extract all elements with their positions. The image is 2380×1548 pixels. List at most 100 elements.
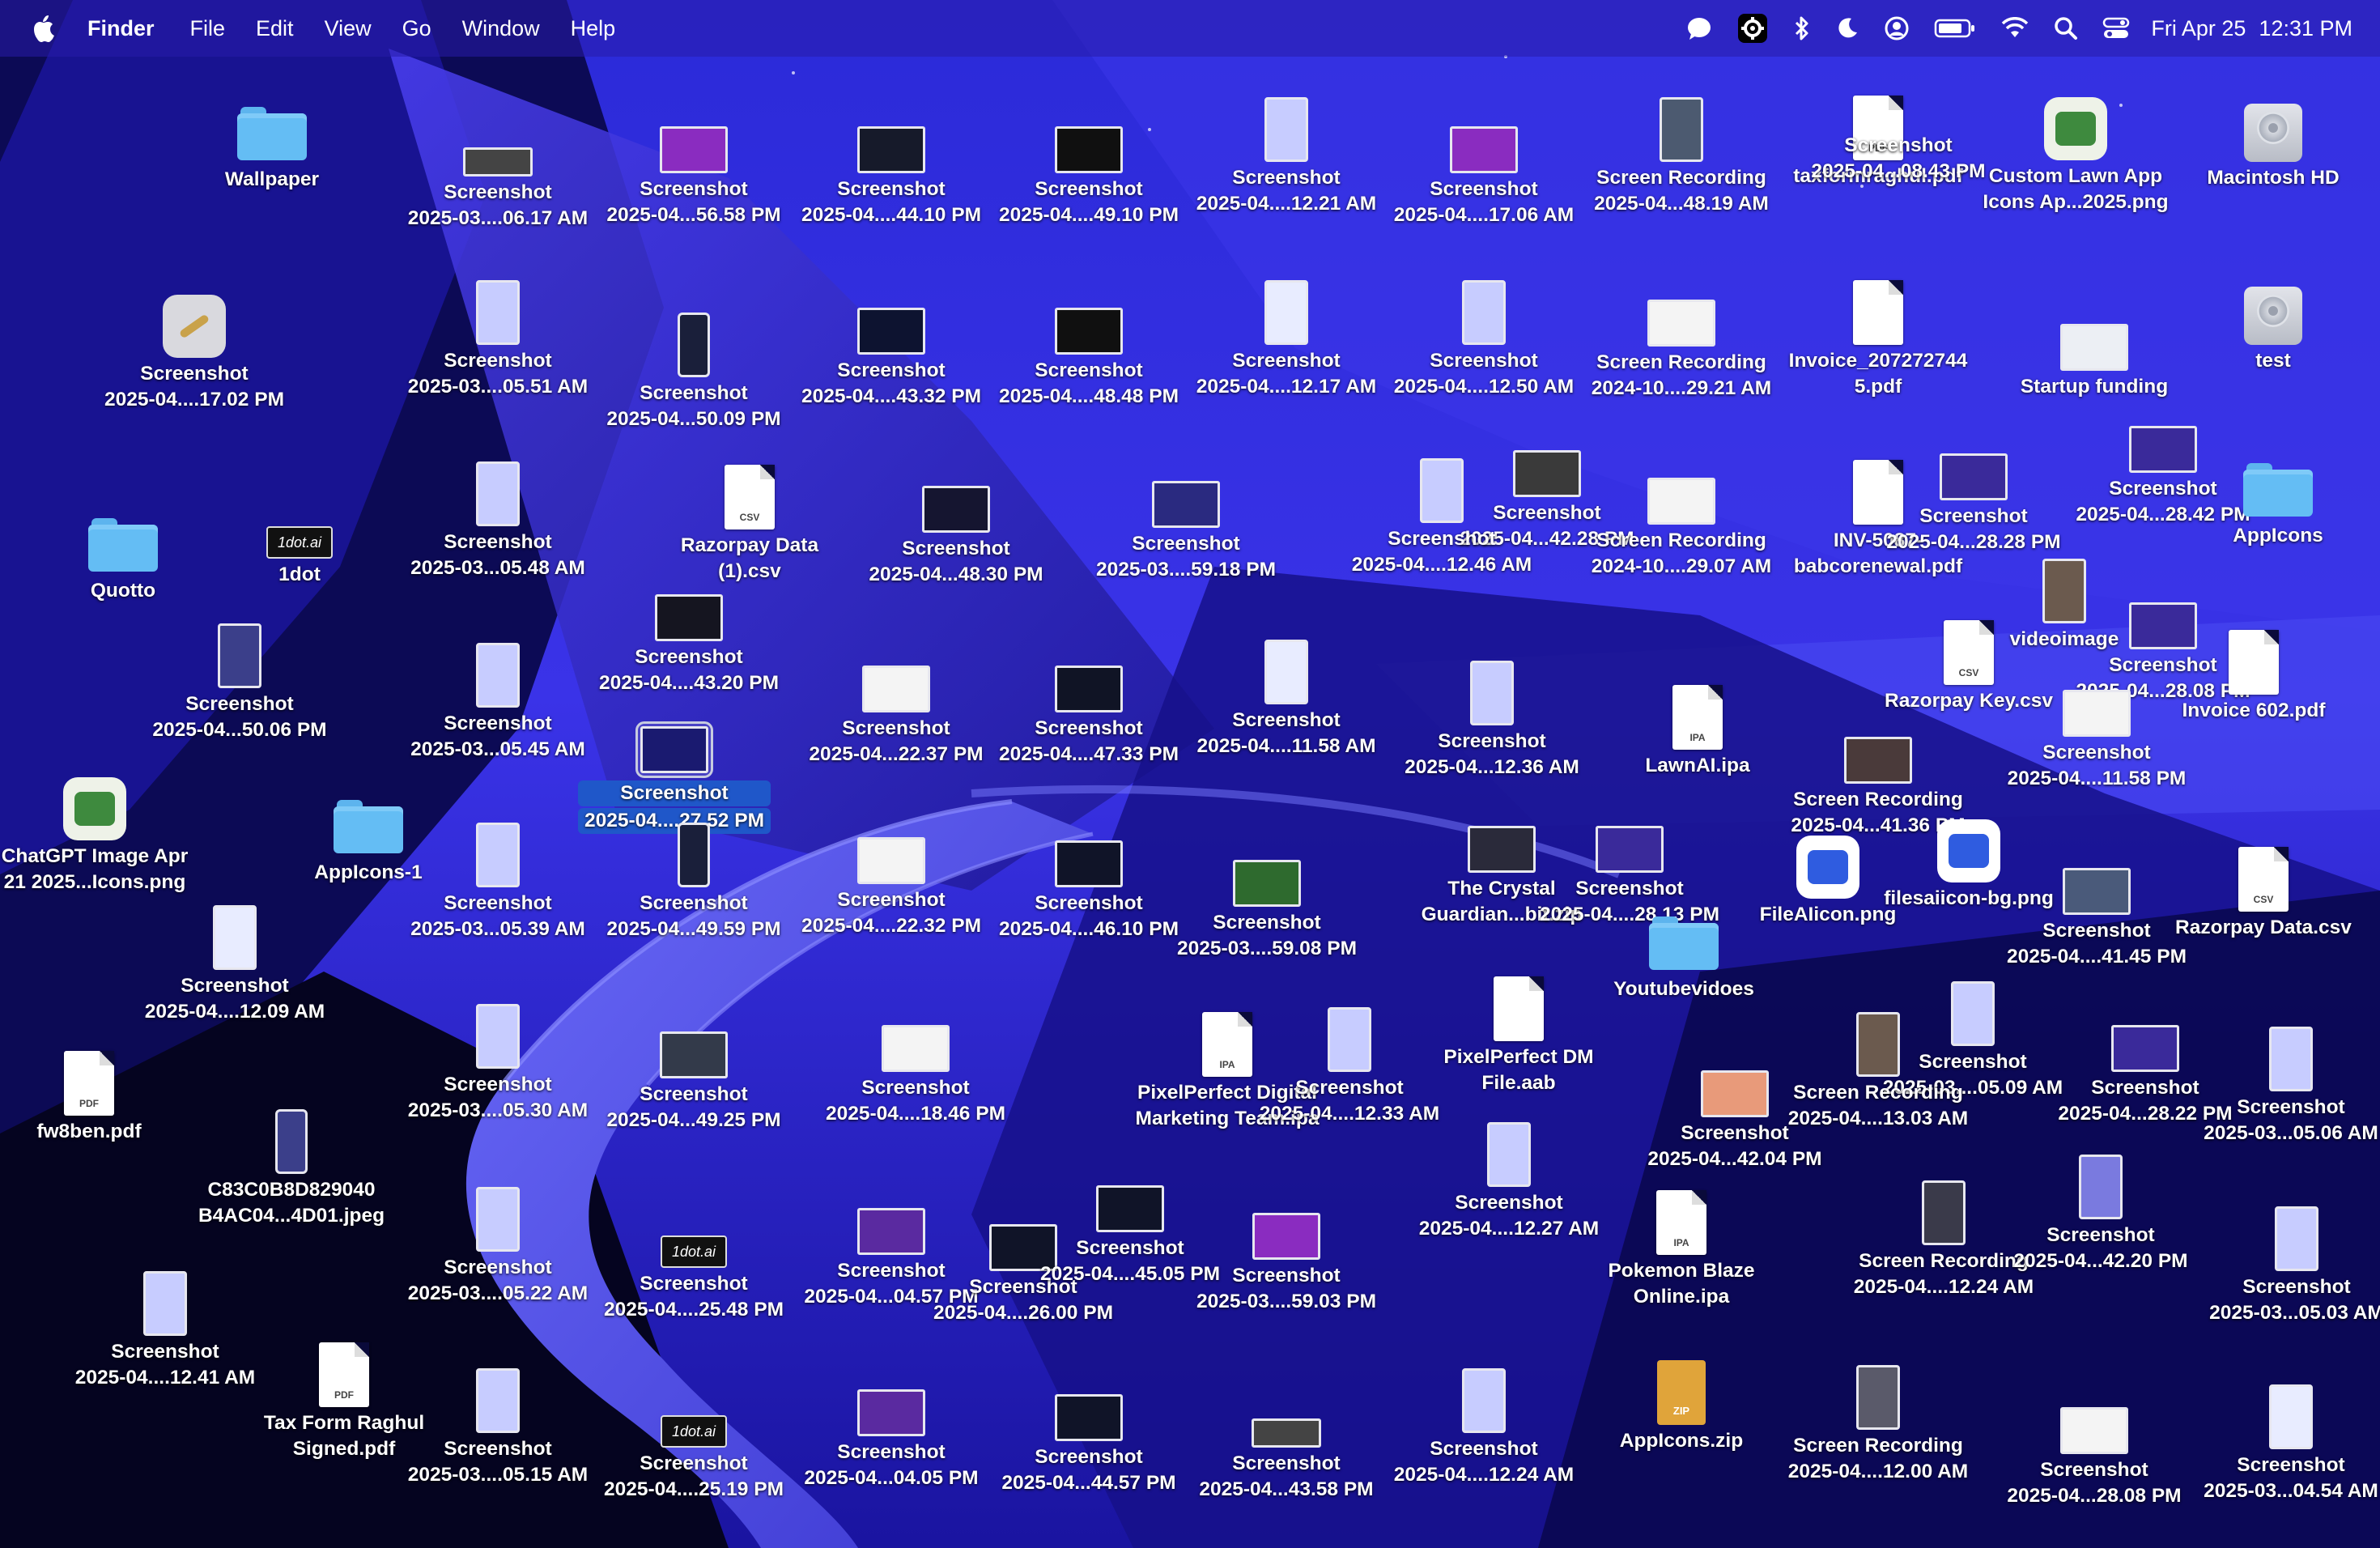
desktop-file-icon[interactable]: AppIcons	[2177, 447, 2379, 549]
desktop-file-icon[interactable]: Screenshot 2025-04...50.09 PM	[593, 304, 795, 432]
moon-icon[interactable]	[1835, 16, 1859, 40]
file-name-line: Screenshot	[444, 1438, 552, 1460]
desktop-file-icon[interactable]: Screen Recording 2024-10....29.07 AM	[1580, 452, 1783, 580]
desktop-file-icon[interactable]: Quotto	[22, 502, 224, 604]
desktop-file-icon[interactable]: Screen Recording 2025-04....13.03 AM	[1777, 1004, 1979, 1132]
file-name-line: Screenshot	[1035, 717, 1143, 739]
desktop-file-icon[interactable]: Screenshot 2025-04...50.06 PM	[138, 615, 341, 743]
desktop-file-icon[interactable]: Screenshot 2025-04....43.20 PM	[588, 568, 790, 696]
desktop-file-icon[interactable]: 1dot.ai Screenshot 2025-04....25.19 PM	[593, 1375, 795, 1503]
desktop-file-icon[interactable]: Screenshot 2025-04....22.32 PM	[790, 811, 992, 939]
desktop-file-icon[interactable]: ZIP AppIcons.zip	[1580, 1352, 1783, 1454]
desktop-file-icon[interactable]: Screen Recording 2025-04...48.19 AM	[1580, 89, 1783, 217]
desktop-file-icon[interactable]: Startup funding	[1993, 298, 2195, 400]
desktop-file-icon[interactable]: Screenshot 2025-04....12.50 AM	[1383, 272, 1585, 400]
chat-bubble-icon[interactable]	[1686, 16, 1712, 40]
desktop-file-icon[interactable]: Screenshot 2025-03....05.15 AM	[397, 1360, 599, 1488]
desktop-file-icon[interactable]: IPA Pokemon Blaze Online.ipa	[1580, 1182, 1783, 1310]
menu-edit[interactable]: Edit	[256, 0, 294, 57]
desktop-file-icon[interactable]: Screenshot 2025-03....59.03 PM	[1185, 1187, 1388, 1315]
menu-help[interactable]: Help	[571, 0, 616, 57]
desktop-file-icon[interactable]: Screenshot 2025-03...05.45 AM	[397, 635, 599, 763]
battery-icon[interactable]	[1934, 18, 1976, 39]
file-name-line: babcorenewal.pdf	[1793, 555, 1963, 577]
desktop-file-icon[interactable]: Screenshot 2025-04....47.33 PM	[988, 640, 1190, 768]
file-name-line: 2025-03...05.06 AM	[2204, 1122, 2378, 1144]
desktop-file-icon[interactable]: Screenshot 2025-03....06.17 AM	[397, 104, 599, 232]
desktop-file-icon[interactable]: Screenshot 2025-04...49.59 PM	[593, 814, 795, 942]
desktop-file-icon[interactable]: Screenshot 2025-04....18.46 PM	[814, 999, 1017, 1127]
desktop-file-icon[interactable]: Screenshot 2025-04....48.48 PM	[988, 282, 1190, 410]
menu-file[interactable]: File	[190, 0, 226, 57]
desktop-file-icon[interactable]: Screenshot 2025-03....59.08 PM	[1166, 834, 1368, 962]
menu-window[interactable]: Window	[462, 0, 540, 57]
desktop-file-icon[interactable]: Screenshot 2025-03...05.48 AM	[397, 453, 599, 581]
desktop-file-icon[interactable]: Screenshot 2025-04....11.58 PM	[1995, 664, 2198, 792]
desktop-file-icon[interactable]: Screenshot 2025-04....12.21 AM	[1185, 89, 1388, 217]
desktop-file-icon[interactable]: Screenshot 2025-04...04.05 PM	[790, 1363, 992, 1491]
desktop-file-icon[interactable]: Screenshot 2025-04...28.28 PM	[1872, 427, 2075, 555]
desktop-file-icon[interactable]: Screenshot 2025-04....17.02 PM	[93, 285, 295, 413]
desktop-file-icon[interactable]: IPA LawnAI.ipa	[1596, 677, 1799, 779]
desktop-file-icon[interactable]: Macintosh HD	[2172, 89, 2374, 191]
gear-badge-icon[interactable]	[1736, 12, 1769, 45]
desktop-file-icon[interactable]: Screenshot 2025-04...42.20 PM	[2000, 1146, 2202, 1274]
desktop-file-icon[interactable]: PDF fw8ben.pdf	[0, 1043, 190, 1145]
control-center-icon[interactable]	[2102, 16, 2130, 40]
file-name-line: Screenshot	[837, 1441, 946, 1463]
desktop-file-icon[interactable]: Screenshot 2025-03....59.18 PM	[1085, 455, 1287, 583]
desktop-file-icon[interactable]: Screenshot 2025-03...05.03 AM	[2195, 1198, 2380, 1326]
file-name-label: Macintosh HD	[2207, 165, 2339, 191]
desktop-file-icon[interactable]: Screenshot 2025-04...43.58 PM	[1185, 1375, 1388, 1503]
desktop-file-icon[interactable]: Screenshot 2025-04....12.17 AM	[1185, 272, 1388, 400]
desktop-file-icon[interactable]: Screenshot 2025-03...05.06 AM	[2190, 1019, 2380, 1146]
desktop-file-icon[interactable]: Screenshot 2025-03....05.51 AM	[397, 272, 599, 400]
desktop-file-icon[interactable]: Screenshot 2025-04...48.30 PM	[855, 460, 1057, 588]
screenshot-thumbnail	[2063, 690, 2131, 737]
screenshot-thumbnail	[476, 1004, 520, 1069]
desktop-file-icon[interactable]: Screenshot 2025-04....46.10 PM	[988, 814, 1190, 942]
desktop-file-icon[interactable]: Screenshot 2025-04....44.10 PM	[790, 100, 992, 228]
desktop-file-icon[interactable]: Screenshot 2025-04...44.57 PM	[988, 1368, 1190, 1496]
desktop-file-icon[interactable]: 1dot.ai 1dot	[198, 486, 401, 588]
desktop-file-icon[interactable]: ChatGPT Image Apr 21 2025...Icons.png	[0, 768, 196, 895]
desktop-file-icon[interactable]: CSV Razorpay Data (1).csv	[648, 457, 851, 585]
desktop-file-icon[interactable]: test	[2172, 272, 2374, 374]
wifi-icon[interactable]	[2000, 17, 2029, 40]
desktop-file-icon[interactable]: Screenshot 2025-04...12.36 AM	[1391, 653, 1593, 780]
user-circle-icon[interactable]	[1884, 15, 1910, 41]
desktop-file-icon[interactable]: Screenshot 2025-03....05.30 AM	[397, 996, 599, 1124]
desktop-file-icon[interactable]: Screenshot 2025-04....12.24 AM	[1383, 1360, 1585, 1488]
desktop-file-icon[interactable]: Screen Recording 2025-04....12.00 AM	[1777, 1357, 1979, 1485]
desktop-file-icon[interactable]: Screenshot 2025-04....11.58 AM	[1185, 632, 1388, 759]
menu-go[interactable]: Go	[402, 0, 431, 57]
desktop-file-icon[interactable]: Screenshot 2025-04....12.46 AM	[1341, 450, 1543, 578]
desktop-file-icon[interactable]: Wallpaper	[171, 91, 373, 193]
desktop-file-icon[interactable]: Screenshot 2025-04...08.43 PM	[1797, 130, 2000, 185]
bluetooth-icon[interactable]	[1793, 15, 1811, 42]
desktop-file-icon[interactable]: Screenshot 2025-03....05.22 AM	[397, 1179, 599, 1307]
search-icon[interactable]	[2054, 16, 2078, 40]
desktop-file-icon[interactable]: Screenshot 2025-04...22.37 PM	[795, 640, 997, 768]
apple-logo-icon[interactable]	[31, 12, 58, 45]
desktop-file-icon[interactable]: Screen Recording 2024-10....29.21 AM	[1580, 274, 1783, 402]
desktop-file-icon[interactable]: Invoice_207272744 5.pdf	[1777, 272, 1979, 400]
desktop-file-icon[interactable]: Screenshot 2025-04....17.06 AM	[1383, 100, 1585, 228]
desktop-file-icon[interactable]: Screenshot 2025-04...28.08 PM	[1993, 1381, 2195, 1509]
desktop-file-icon[interactable]: C83C0B8D829040 B4AC04...4D01.jpeg	[190, 1101, 393, 1229]
menu-bar-clock[interactable]: Fri Apr 25 12:31 PM	[2151, 16, 2352, 41]
desktop-file-icon[interactable]: Screenshot 2025-03...04.54 AM	[2190, 1376, 2380, 1504]
desktop-file-icon[interactable]: Screenshot 2025-04....12.41 AM	[64, 1263, 266, 1391]
desktop-file-icon[interactable]: CSV Razorpay Data.csv	[2162, 839, 2365, 941]
desktop-file-icon[interactable]: Screenshot 2025-03...05.39 AM	[397, 814, 599, 942]
desktop-file-icon[interactable]: 1dot.ai Screenshot 2025-04....25.48 PM	[593, 1195, 795, 1323]
menu-finder[interactable]: Finder	[87, 0, 155, 57]
desktop-file-icon[interactable]: Screenshot 2025-04...56.58 PM	[593, 100, 795, 228]
desktop-file-icon[interactable]: PixelPerfect DM File.aab	[1417, 968, 1620, 1096]
desktop-file-icon[interactable]: Screenshot 2025-04....12.09 AM	[134, 897, 336, 1025]
desktop-file-icon[interactable]: Screenshot 2025-04....49.10 PM	[988, 100, 1190, 228]
menu-view[interactable]: View	[325, 0, 372, 57]
desktop-file-icon[interactable]: Screenshot 2025-04....43.32 PM	[790, 282, 992, 410]
desktop-file-icon[interactable]: Custom Lawn App Icons Ap...2025.png	[1974, 87, 2177, 215]
desktop-file-icon[interactable]: Screenshot 2025-04...49.25 PM	[593, 1006, 795, 1133]
